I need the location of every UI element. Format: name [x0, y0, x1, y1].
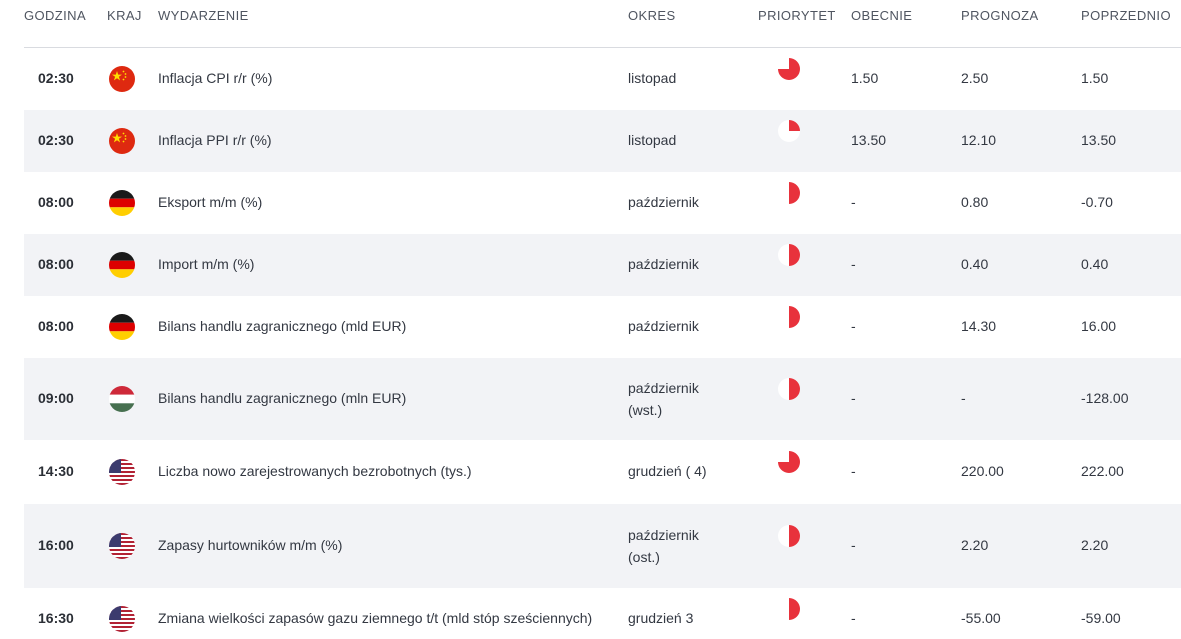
value-previous: -128.00 [1081, 390, 1129, 406]
priority-high-icon [777, 57, 801, 81]
table-row[interactable]: 09:00 Bilans handlu zagranicznego (mln EU… [24, 358, 1181, 440]
event-name: Zapasy hurtowników m/m (%) [158, 537, 343, 553]
priority-medium-icon [777, 524, 801, 548]
priority-high-icon [777, 450, 801, 474]
event-time: 14:30 [38, 463, 74, 479]
event-time: 02:30 [38, 132, 74, 148]
priority-medium-icon [777, 181, 801, 205]
table-row[interactable]: 08:00 Eksport m/m (%) październik - 0.80 -0.7… [24, 172, 1181, 234]
header-country[interactable]: KRAJ [107, 8, 142, 23]
priority-medium-icon [777, 243, 801, 267]
event-time: 16:00 [38, 537, 74, 553]
value-previous: 16.00 [1081, 318, 1117, 334]
event-name: Import m/m (%) [158, 256, 255, 272]
value-actual: - [851, 610, 856, 626]
header-previous[interactable]: POPRZEDNIO [1081, 8, 1171, 23]
value-previous: 1.50 [1081, 70, 1109, 86]
value-previous: -59.00 [1081, 610, 1121, 626]
event-period: październik [628, 194, 699, 210]
value-forecast: 2.50 [961, 70, 989, 86]
value-previous: 222.00 [1081, 463, 1124, 479]
event-name: Eksport m/m (%) [158, 194, 263, 210]
event-time: 09:00 [38, 390, 74, 406]
economic-calendar: GODZINA KRAJ WYDARZENIE OKRES PRIORYTET … [0, 0, 1181, 639]
event-time: 16:30 [38, 610, 74, 626]
value-actual: - [851, 537, 856, 553]
value-forecast: -55.00 [961, 610, 1001, 626]
event-period-line2: (wst.) [628, 402, 663, 418]
event-name: Zmiana wielkości zapasów gazu ziemnego t… [158, 610, 593, 626]
value-forecast: 14.30 [961, 318, 997, 334]
header-event[interactable]: WYDARZENIE [158, 8, 249, 23]
event-period-line2: (ost.) [628, 549, 660, 565]
event-name: Bilans handlu zagranicznego (mln EUR) [158, 390, 407, 406]
event-name: Inflacja PPI r/r (%) [158, 132, 272, 148]
value-previous: 13.50 [1081, 132, 1117, 148]
table-row[interactable]: 02:30 Inflacja CPI r/r (%) listopad 1.50 2.5… [24, 48, 1181, 110]
priority-medium-icon [777, 597, 801, 621]
value-actual: - [851, 390, 856, 406]
event-time: 08:00 [38, 318, 74, 334]
priority-low-icon [777, 119, 801, 143]
table-row[interactable]: 16:30 Zmiana wielkości zapasów gazu ziemn… [24, 588, 1181, 639]
event-name: Inflacja CPI r/r (%) [158, 70, 273, 86]
table-row[interactable]: 08:00 Bilans handlu zagranicznego (mld EU… [24, 296, 1181, 358]
priority-medium-icon [777, 305, 801, 329]
germany-flag-icon [109, 252, 135, 278]
value-actual: - [851, 318, 856, 334]
table-row[interactable]: 08:00 Import m/m (%) październik - 0.40 0.40 [24, 234, 1181, 296]
value-actual: - [851, 194, 856, 210]
table-row[interactable]: 02:30 Inflacja PPI r/r (%) listopad 13.50 12… [24, 110, 1181, 172]
value-forecast: - [961, 390, 966, 406]
usa-flag-icon [109, 533, 135, 559]
event-name: Liczba nowo zarejestrowanych bezrobotnyc… [158, 463, 472, 479]
value-forecast: 220.00 [961, 463, 1004, 479]
table-row[interactable]: 14:30 Liczba nowo zarejestrowanych bezrob… [24, 440, 1181, 504]
germany-flag-icon [109, 314, 135, 340]
event-period: grudzień ( 4) [628, 463, 707, 479]
value-forecast: 0.80 [961, 194, 989, 210]
event-period: grudzień 3 [628, 610, 694, 626]
header-priority[interactable]: PRIORYTET [758, 8, 836, 23]
event-time: 08:00 [38, 256, 74, 272]
event-period-line1: październik [628, 380, 699, 396]
hungary-flag-icon [109, 386, 135, 412]
event-period: październik [628, 256, 699, 272]
value-previous: 0.40 [1081, 256, 1109, 272]
value-actual: - [851, 256, 856, 272]
usa-flag-icon [109, 459, 135, 485]
header-period[interactable]: OKRES [628, 8, 676, 23]
germany-flag-icon [109, 190, 135, 216]
event-time: 02:30 [38, 70, 74, 86]
priority-medium-icon [777, 377, 801, 401]
china-flag-icon [109, 128, 135, 154]
value-actual: - [851, 463, 856, 479]
table-row[interactable]: 16:00 Zapasy hurtowników m/m (%) październ… [24, 504, 1181, 588]
event-time: 08:00 [38, 194, 74, 210]
value-actual: 1.50 [851, 70, 879, 86]
event-period: październik (ost.) [628, 524, 699, 568]
header-time[interactable]: GODZINA [24, 8, 86, 23]
event-period-line1: październik [628, 527, 699, 543]
table-header: GODZINA KRAJ WYDARZENIE OKRES PRIORYTET … [0, 0, 1181, 48]
value-actual: 13.50 [851, 132, 887, 148]
value-forecast: 12.10 [961, 132, 997, 148]
value-previous: -0.70 [1081, 194, 1113, 210]
header-forecast[interactable]: PROGNOZA [961, 8, 1039, 23]
event-period: październik [628, 318, 699, 334]
value-previous: 2.20 [1081, 537, 1109, 553]
value-forecast: 0.40 [961, 256, 989, 272]
event-period: październik (wst.) [628, 377, 699, 421]
value-forecast: 2.20 [961, 537, 989, 553]
usa-flag-icon [109, 606, 135, 632]
event-name: Bilans handlu zagranicznego (mld EUR) [158, 318, 407, 334]
event-period: listopad [628, 132, 677, 148]
china-flag-icon [109, 66, 135, 92]
header-actual[interactable]: OBECNIE [851, 8, 912, 23]
event-period: listopad [628, 70, 677, 86]
